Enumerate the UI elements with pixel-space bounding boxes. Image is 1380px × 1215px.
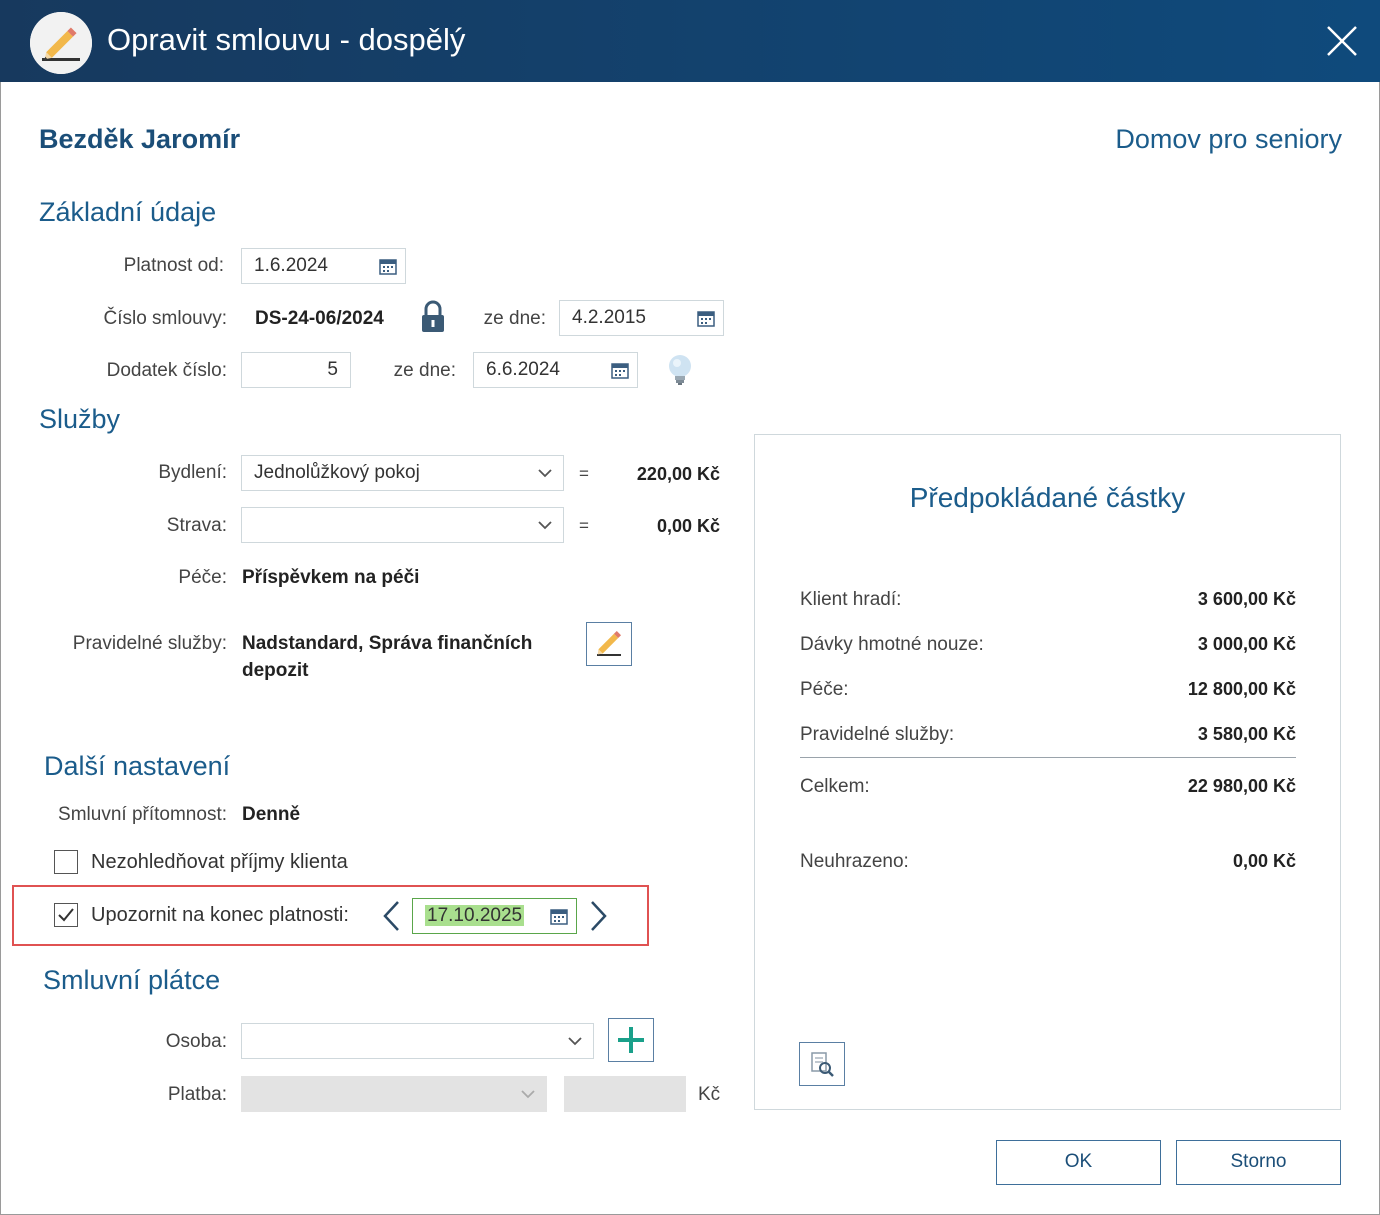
presence-value: Denně: [242, 804, 301, 825]
add-person-button[interactable]: [608, 1018, 654, 1062]
valid-from-value: 1.6.2024: [254, 255, 328, 276]
amendment-date-field[interactable]: 6.6.2024: [473, 352, 638, 388]
notify-end-checkbox[interactable]: [54, 903, 78, 927]
estimates-title: Předpokládané částky: [909, 482, 1186, 513]
client-name: Bezděk Jaromír: [39, 124, 241, 154]
food-amount: 0,00 Kč: [656, 516, 720, 536]
estimate-amount: 3 580,00 Kč: [1197, 724, 1296, 744]
amendment-date-value: 6.6.2024: [486, 359, 560, 380]
lock-icon[interactable]: [420, 300, 446, 334]
amendment-number-field[interactable]: 5: [241, 352, 351, 388]
chevron-right-icon[interactable]: [586, 899, 610, 933]
estimate-amount: 3 600,00 Kč: [1197, 589, 1296, 609]
section-payer-title: Smluvní plátce: [43, 965, 221, 995]
facility-name: Domov pro seniory: [1115, 124, 1342, 154]
chevron-down-icon: [568, 1037, 582, 1046]
notify-end-label: Upozornit na konec platnosti:: [91, 904, 349, 926]
section-other-title: Další nastavení: [44, 751, 231, 781]
total-label: Celkem:: [800, 776, 870, 797]
estimate-amount: 12 800,00 Kč: [1187, 679, 1296, 699]
housing-amount: 220,00 Kč: [636, 464, 720, 484]
food-label: Strava:: [166, 515, 227, 536]
notify-end-date-value: 17.10.2025: [425, 905, 525, 926]
estimates-panel: [754, 434, 1341, 1110]
person-label: Osoba:: [165, 1031, 227, 1052]
valid-from-field[interactable]: 1.6.2024: [241, 248, 406, 284]
regular-services-value-line1: Nadstandard, Správa finančních: [242, 633, 533, 654]
calendar-icon[interactable]: [379, 257, 397, 275]
amendment-date-label: ze dne:: [393, 360, 456, 381]
payment-label: Platba:: [167, 1084, 227, 1105]
amendment-label: Dodatek číslo:: [106, 360, 227, 381]
close-icon[interactable]: [1325, 24, 1359, 58]
plus-icon: [618, 1027, 644, 1053]
payment-select: [241, 1076, 547, 1112]
ok-button[interactable]: OK: [996, 1140, 1161, 1185]
cancel-button[interactable]: Storno: [1176, 1140, 1341, 1185]
calendar-icon[interactable]: [550, 907, 568, 925]
preview-button[interactable]: [799, 1042, 845, 1086]
lightbulb-icon[interactable]: [666, 353, 694, 387]
payment-amount-field: [564, 1076, 686, 1112]
contract-number-label: Číslo smlouvy:: [103, 308, 227, 329]
chevron-down-icon: [521, 1090, 535, 1099]
estimate-label: Klient hradí:: [800, 589, 902, 610]
food-select[interactable]: [241, 507, 564, 543]
regular-services-label: Pravidelné služby:: [72, 633, 227, 654]
housing-label: Bydlení:: [158, 462, 227, 483]
contract-number-value: DS-24-06/2024: [255, 308, 384, 329]
edit-regular-services-button[interactable]: [586, 622, 632, 666]
housing-equals: =: [579, 464, 589, 483]
ignore-income-checkbox[interactable]: [54, 850, 78, 874]
divider: [800, 757, 1296, 758]
food-equals: =: [579, 516, 589, 535]
valid-from-label: Platnost od:: [123, 255, 224, 276]
estimate-label: Pravidelné služby:: [800, 724, 955, 745]
notify-end-date-field[interactable]: 17.10.2025: [412, 898, 577, 934]
checkmark-icon: [58, 908, 74, 922]
estimate-label: Dávky hmotné nouze:: [800, 634, 984, 655]
care-value: Příspěvkem na péči: [242, 567, 420, 588]
calendar-icon[interactable]: [697, 309, 715, 327]
total-amount: 22 980,00 Kč: [1187, 776, 1296, 796]
housing-select[interactable]: Jednolůžkový pokoj: [241, 455, 564, 491]
regular-services-value-line2: depozit: [242, 660, 309, 681]
unpaid-amount: 0,00 Kč: [1232, 851, 1296, 871]
contract-date-field[interactable]: 4.2.2015: [559, 300, 724, 336]
chevron-down-icon: [538, 521, 552, 530]
estimate-label: Péče:: [800, 679, 849, 700]
presence-label: Smluvní přítomnost:: [58, 804, 227, 825]
section-services-title: Služby: [39, 404, 121, 434]
unpaid-label: Neuhrazeno:: [800, 851, 909, 872]
chevron-down-icon: [538, 469, 552, 478]
pencil-icon: [30, 12, 92, 74]
housing-value: Jednolůžkový pokoj: [254, 462, 420, 483]
chevron-left-icon[interactable]: [380, 899, 404, 933]
contract-date-label: ze dne:: [483, 308, 546, 329]
calendar-icon[interactable]: [611, 361, 629, 379]
document-search-icon: [811, 1052, 834, 1077]
ignore-income-label: Nezohledňovat příjmy klienta: [91, 851, 348, 873]
pencil-icon: [597, 630, 622, 656]
section-basic-title: Základní údaje: [39, 197, 217, 227]
contract-date-value: 4.2.2015: [572, 307, 646, 328]
person-select[interactable]: [241, 1023, 594, 1059]
estimate-amount: 3 000,00 Kč: [1197, 634, 1296, 654]
care-label: Péče:: [178, 567, 227, 588]
window-title: Opravit smlouvu - dospělý: [107, 22, 466, 57]
currency-label: Kč: [698, 1084, 721, 1105]
